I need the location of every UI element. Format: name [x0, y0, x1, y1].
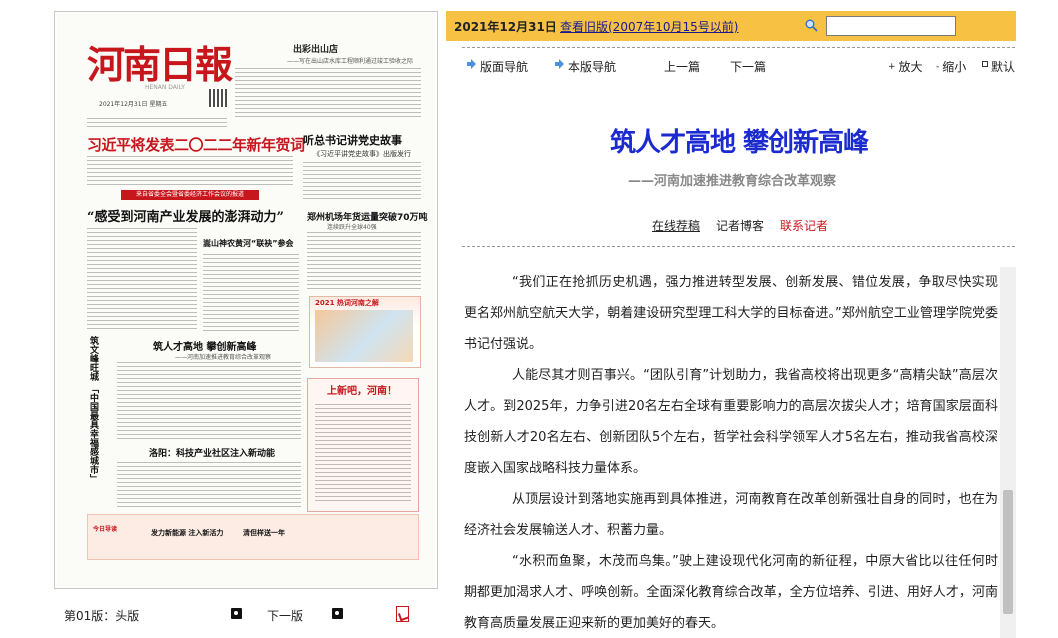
- paper-text-block: [87, 228, 197, 332]
- divider: [462, 47, 1015, 48]
- page-prev-icon[interactable]: [231, 608, 242, 619]
- zoom-out-label: 缩小: [942, 60, 967, 74]
- paper-box-new-title: 上新吧，河南！: [327, 386, 397, 397]
- search-input[interactable]: [826, 16, 956, 36]
- zoom-in-label: 放大: [898, 60, 923, 74]
- paper-masthead-en: HENAN DAILY: [145, 84, 185, 91]
- paper-headline-luoyang[interactable]: 洛阳：科技产业社区注入新动能: [149, 446, 275, 459]
- old-version-link[interactable]: 查看旧版(2007年10月15号以前): [560, 18, 738, 35]
- article-paragraph: 人能尽其才则百事兴。“团队引育”计划助力，我省高校将出现更多“高精尖缺”高层次人…: [464, 368, 998, 476]
- article-paragraph: “水积而鱼聚，木茂而鸟集。”驶上建设现代化河南的新征程，中原大省比以往任何时期都…: [464, 554, 998, 631]
- page-next-icon[interactable]: [332, 608, 343, 619]
- paper-headline-main[interactable]: “感受到河南产业发展的澎湃动力”: [87, 206, 284, 225]
- paper-ad-text-1: 发力新能源 注入新活力: [151, 529, 224, 537]
- paper-headline-center-sub: ——河南加速推进教育综合改革观察: [175, 354, 272, 361]
- newspaper-page-image[interactable]: 河南日報 HENAN DAILY 2021年12月31日 星期五 出彩出山店 —…: [54, 11, 438, 589]
- paper-text-block: [315, 404, 411, 504]
- online-recommend-link[interactable]: 在线荐稿: [652, 217, 700, 234]
- paper-ad-text-2: 清但样送一年: [243, 529, 285, 537]
- paper-text-block: [87, 156, 293, 186]
- next-article-link[interactable]: 下一篇: [730, 58, 766, 75]
- default-size-label: 默认: [991, 60, 1016, 74]
- zoom-out-button[interactable]: - 缩小: [936, 58, 966, 75]
- paper-ad-label: 今日导读: [93, 526, 118, 533]
- nav-arrow-icon: [467, 59, 476, 69]
- page-number-label: 第01版：头版: [64, 609, 140, 623]
- plus-icon: +: [888, 62, 896, 72]
- next-page-link[interactable]: 下一版: [267, 607, 303, 624]
- newspaper-page[interactable]: 河南日報 HENAN DAILY 2021年12月31日 星期五 出彩出山店 —…: [57, 14, 435, 586]
- reporter-blog-link[interactable]: 记者博客: [716, 217, 764, 234]
- paper-vertical-headline[interactable]: 筑文峰旺城 「中国最具幸福感城市」: [87, 336, 109, 486]
- nav-arrow-icon: [555, 59, 564, 69]
- paper-text-block: [235, 68, 421, 118]
- paper-top-subline: ——写在出山店水库工程顺利通过竣工验收之际: [287, 58, 414, 65]
- page-nav-link[interactable]: 版面导航: [480, 58, 528, 75]
- paper-masthead: 河南日報: [87, 42, 233, 87]
- article-paragraph: “我们正在抢抓历史机遇，强力推进转型发展、创新发展、错位发展，争取尽快实现更名郑…: [464, 275, 998, 352]
- article-toolbar: 版面导航 本版导航 上一篇 下一篇 + 放大 - 缩小 默认: [446, 55, 1018, 77]
- paper-text-block: [303, 162, 421, 200]
- prev-article-link[interactable]: 上一篇: [664, 58, 700, 75]
- current-date: 2021年12月31日: [454, 20, 557, 34]
- paper-headline-center[interactable]: 筑人才高地 攀创新高峰: [153, 338, 256, 353]
- paper-box-2021-title: 2021 热词河南之解: [315, 299, 379, 307]
- paper-text-block: [117, 462, 301, 508]
- paper-headline-red[interactable]: 习近平将发表二〇二二年新年贺词: [87, 134, 305, 155]
- minus-icon: -: [936, 62, 940, 72]
- search-icon[interactable]: [805, 19, 818, 32]
- article-title: 筑人才高地 攀创新高峰: [609, 128, 869, 158]
- paper-text-block: [117, 362, 301, 440]
- paper-vertical-headline-text: 筑文峰旺城 「中国最具幸福感城市」: [88, 336, 98, 484]
- qr-code-icon: [209, 89, 227, 107]
- paper-date: 2021年12月31日 星期五: [99, 101, 168, 108]
- section-nav-link[interactable]: 本版导航: [568, 58, 616, 75]
- divider: [462, 246, 1015, 247]
- article-subtitle: ——河南加速推进教育综合改革观察: [628, 174, 837, 189]
- scrollbar-thumb[interactable]: [1003, 490, 1013, 614]
- zoom-in-button[interactable]: + 放大: [888, 58, 923, 75]
- paper-text-block: [307, 232, 421, 292]
- paper-text-block: [203, 254, 299, 332]
- paper-headline-right-sub: 《习近平讲党史故事》出版发行: [313, 150, 411, 158]
- paper-box-2021-image: [315, 310, 413, 362]
- paper-text-block: [87, 118, 227, 128]
- contact-reporter-link[interactable]: 联系记者: [780, 217, 828, 234]
- paper-headline-right[interactable]: 听总书记讲党史故事: [303, 132, 402, 148]
- paper-top-headline[interactable]: 出彩出山店: [293, 42, 338, 55]
- square-icon: [982, 61, 988, 67]
- article-body: “我们正在抢抓历史机遇，强力推进转型发展、创新发展、错位发展，争取尽快实现更名郑…: [464, 267, 998, 637]
- top-bar: 2021年12月31日 查看旧版(2007年10月15号以前): [446, 11, 1016, 41]
- paper-banner: 来自省委全会暨省委经济工作会议的报道: [121, 190, 259, 200]
- paper-headline-airport-sub: 连续跃升全球40强: [327, 224, 377, 231]
- default-size-button[interactable]: 默认: [982, 58, 1015, 75]
- pdf-icon[interactable]: [396, 606, 409, 622]
- paper-headline-small[interactable]: 嵩山神农黄河“联袂”参会: [203, 238, 294, 249]
- page-footer: 第01版：头版 下一版: [54, 603, 438, 627]
- article-paragraph: 从顶层设计到落地实施再到具体推进，河南教育在改革创新强壮自身的同时，也在为经济社…: [464, 492, 998, 538]
